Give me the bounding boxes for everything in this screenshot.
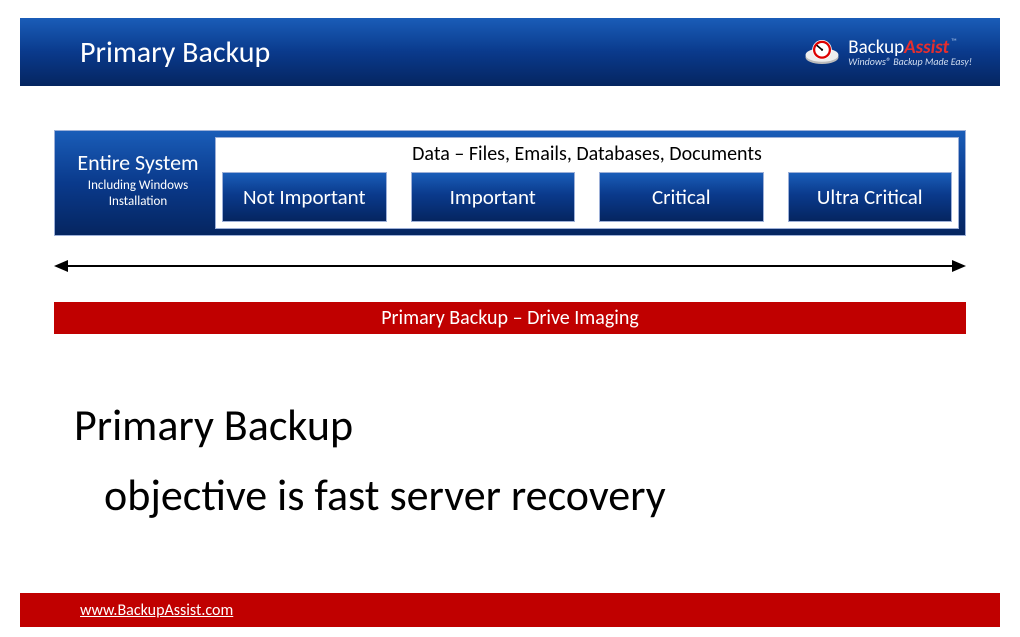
gauge-icon xyxy=(804,39,840,65)
entire-system-sub: Including Windows Installation xyxy=(61,178,215,209)
brand-logo: BackupAssist™ Windows® Backup Made Easy! xyxy=(804,38,972,67)
tier-ultra-critical: Ultra Critical xyxy=(788,172,953,222)
tier-not-important: Not Important xyxy=(222,172,387,222)
footer-link[interactable]: www.BackupAssist.com xyxy=(80,601,233,620)
footer-bar: www.BackupAssist.com xyxy=(20,593,1000,627)
brand-tagline: Windows® Backup Made Easy! xyxy=(848,57,972,67)
tier-critical: Critical xyxy=(599,172,764,222)
span-arrow xyxy=(54,256,966,276)
tier-row: Not Important Important Critical Ultra C… xyxy=(222,172,952,222)
header-bar: Primary Backup BackupAssist™ Windows® Ba… xyxy=(20,18,1000,86)
red-banner: Primary Backup – Drive Imaging xyxy=(54,302,966,334)
entire-system-title: Entire System xyxy=(61,149,215,176)
red-banner-text: Primary Backup – Drive Imaging xyxy=(381,306,639,330)
entire-system-block: Entire System Including Windows Installa… xyxy=(61,137,215,229)
body-copy: Primary Backup objective is fast server … xyxy=(74,390,666,531)
classification-panel: Entire System Including Windows Installa… xyxy=(54,130,966,236)
body-line-2: objective is fast server recovery xyxy=(104,460,666,530)
trademark-icon: ™ xyxy=(951,37,957,47)
tier-important: Important xyxy=(411,172,576,222)
data-title: Data – Files, Emails, Databases, Documen… xyxy=(222,142,952,166)
brand-text: BackupAssist™ Windows® Backup Made Easy! xyxy=(848,38,972,67)
page-title: Primary Backup xyxy=(80,34,270,71)
body-line-1: Primary Backup xyxy=(74,390,666,460)
data-block: Data – Files, Emails, Databases, Documen… xyxy=(215,137,959,229)
